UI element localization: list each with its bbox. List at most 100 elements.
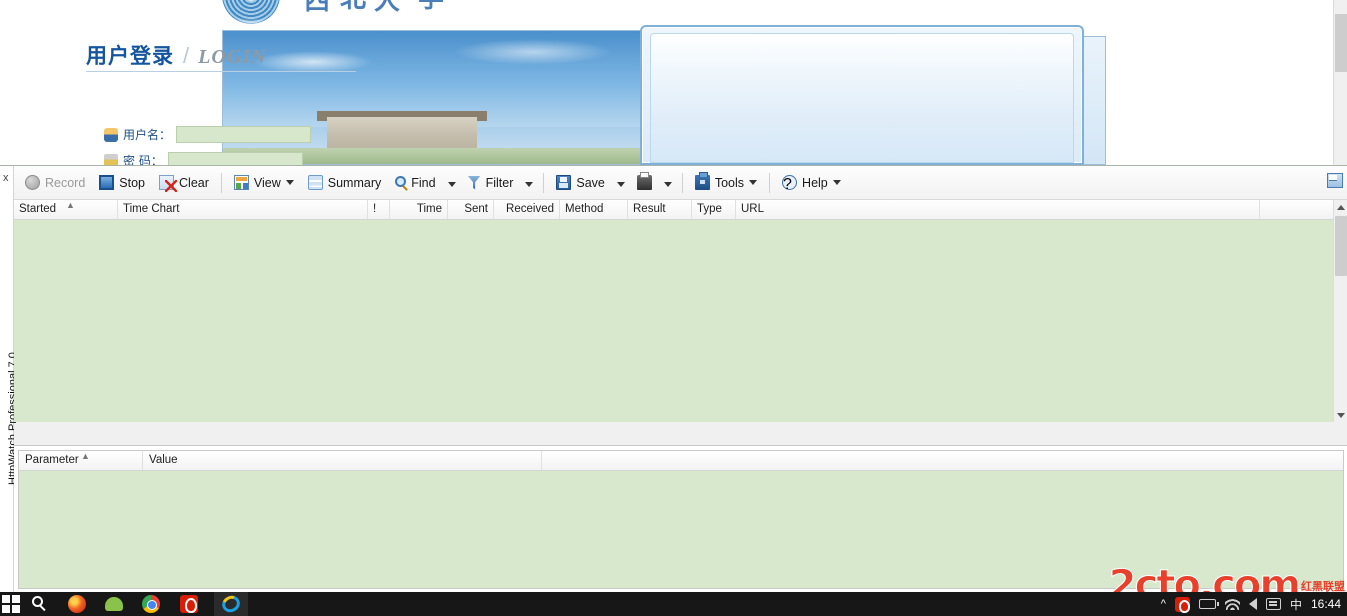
login-heading-cn: 用户登录 [86, 44, 174, 68]
save-button[interactable]: Save [549, 172, 612, 193]
find-button[interactable]: Find [388, 173, 442, 193]
help-button[interactable]: ? Help [775, 172, 848, 193]
wifi-icon[interactable] [1224, 598, 1240, 610]
android-icon[interactable] [105, 597, 123, 611]
grid-scrollbar-thumb[interactable] [1335, 216, 1347, 276]
toolbar-divider [681, 172, 683, 193]
tools-button[interactable]: Tools [688, 172, 764, 193]
chevron-down-icon [616, 181, 625, 187]
user-icon [104, 127, 118, 142]
sort-ascending-icon: ▲ [66, 200, 75, 210]
httpwatch-panel: x HttpWatch Professional 7.0 Record Stop… [0, 165, 1347, 593]
column-header-value[interactable]: Value [143, 451, 542, 470]
browser-page-area: 西 北 大 学 用户登录 / LOGIN 用户名： [0, 0, 1347, 165]
view-button[interactable]: View [227, 172, 301, 193]
find-dropdown-toggle[interactable] [443, 171, 461, 195]
battery-icon[interactable] [1198, 599, 1219, 609]
record-label: Record [45, 175, 86, 190]
toolbar-divider [220, 172, 222, 193]
view-label: View [253, 175, 281, 190]
chevron-down-icon[interactable] [832, 180, 841, 185]
photo-cloud [453, 39, 613, 65]
column-header-sent[interactable]: Sent [448, 200, 494, 219]
logo-char-2: 北 [340, 0, 366, 15]
request-grid-header: Started ▲ Time Chart ! Time Sent Received… [14, 200, 1347, 220]
clear-button[interactable]: Clear [152, 172, 216, 193]
netease-music-icon[interactable] [180, 595, 198, 613]
column-header-result[interactable]: Result [628, 200, 692, 219]
stop-button[interactable]: Stop [92, 172, 152, 193]
filter-dropdown-toggle[interactable] [520, 171, 538, 195]
help-label: Help [802, 175, 828, 190]
login-heading: 用户登录 / LOGIN [86, 40, 266, 70]
printer-icon [636, 172, 652, 190]
sort-ascending-icon: ▲ [81, 451, 90, 461]
column-header-method[interactable]: Method [560, 200, 628, 219]
column-header-started[interactable]: Started ▲ [14, 200, 118, 219]
chrome-icon[interactable] [142, 595, 160, 613]
column-header-url[interactable]: URL [736, 200, 1260, 219]
column-header-received[interactable]: Received [494, 200, 560, 219]
chevron-down-icon[interactable] [749, 180, 758, 185]
detail-panel: Parameter ▲ Value [14, 446, 1347, 592]
close-icon[interactable]: x [3, 172, 9, 184]
chevron-up-icon[interactable]: ^ [1161, 598, 1166, 610]
column-header-time[interactable]: Time [390, 200, 448, 219]
login-heading-divider [86, 71, 356, 72]
start-icon[interactable] [2, 595, 20, 613]
scroll-down-button[interactable] [1334, 408, 1347, 422]
dock-panel-icon[interactable] [1327, 173, 1343, 188]
system-tray: ^ 中 16:44 [1161, 592, 1347, 616]
chevron-down-icon [525, 181, 534, 187]
detail-tabs [14, 424, 1347, 446]
print-button[interactable] [630, 172, 659, 193]
filter-button[interactable]: Filter [461, 173, 521, 193]
login-panel [640, 25, 1084, 165]
save-dropdown-toggle[interactable] [612, 171, 630, 195]
save-icon [556, 175, 572, 190]
taskbar-clock[interactable]: 16:44 [1311, 597, 1341, 611]
query-string-table-body [19, 471, 1343, 588]
summary-icon [307, 175, 323, 190]
windows-taskbar: ^ 中 16:44 [0, 592, 1347, 616]
column-header-type[interactable]: Type [692, 200, 736, 219]
login-panel-backdrop [1084, 36, 1106, 165]
toolbox-icon [694, 172, 710, 190]
stop-icon [99, 175, 115, 190]
grid-vertical-scrollbar[interactable] [1333, 200, 1347, 422]
browser-scrollbar-thumb[interactable] [1335, 14, 1347, 72]
photo-cloud [253, 51, 373, 73]
password-input[interactable] [167, 152, 303, 165]
campus-photo-banner [222, 30, 642, 165]
internet-explorer-taskbar-button[interactable] [214, 592, 248, 616]
scroll-up-button[interactable] [1334, 200, 1347, 214]
column-header-warning[interactable]: ! [368, 200, 390, 219]
find-label: Find [411, 175, 436, 190]
ime-indicator[interactable]: 中 [1290, 596, 1302, 613]
login-heading-en: LOGIN [198, 46, 267, 68]
column-header-time-chart[interactable]: Time Chart [118, 200, 368, 219]
logo-char-4: 学 [418, 0, 444, 15]
record-button[interactable]: Record [18, 172, 92, 193]
print-dropdown-toggle[interactable] [659, 171, 677, 195]
toolbar-divider [769, 172, 771, 193]
action-center-icon[interactable] [1265, 598, 1281, 610]
university-name-logo: 西 北 大 学 [300, 0, 480, 16]
search-icon[interactable] [32, 596, 43, 607]
volume-icon[interactable] [1248, 598, 1257, 610]
chevron-down-icon[interactable] [285, 180, 294, 185]
browser-vertical-scrollbar[interactable] [1333, 0, 1347, 165]
netease-music-tray-icon[interactable] [1174, 596, 1190, 613]
column-header-parameter[interactable]: Parameter ▲ [19, 451, 143, 470]
internet-explorer-icon [219, 592, 243, 616]
username-input[interactable] [176, 126, 312, 143]
summary-button[interactable]: Summary [301, 172, 388, 193]
firefox-icon[interactable] [68, 595, 86, 613]
chevron-up-icon [1337, 204, 1345, 210]
logo-char-3: 大 [374, 0, 401, 16]
record-icon [25, 175, 40, 190]
stop-label: Stop [119, 175, 146, 190]
logo-char-1: 西 [304, 0, 331, 16]
query-string-table: Parameter ▲ Value [18, 450, 1344, 589]
login-heading-separator: / [183, 43, 190, 68]
